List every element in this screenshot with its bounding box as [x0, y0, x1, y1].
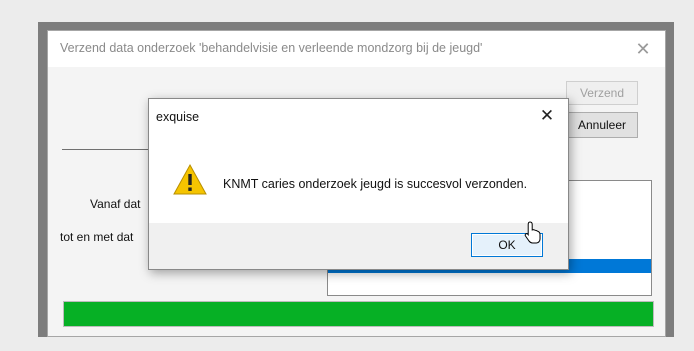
close-icon[interactable]: ✕: [631, 37, 655, 61]
close-icon[interactable]: ✕: [536, 105, 558, 127]
message-dialog: exquise ✕ KNMT caries onderzoek jeugd is…: [148, 98, 569, 270]
mouse-cursor-icon: [524, 221, 541, 244]
dialog-title: exquise: [156, 110, 200, 124]
send-data-titlebar: Verzend data onderzoek 'behandelvisie en…: [48, 31, 665, 67]
progress-bar: [63, 301, 654, 327]
to-date-label: tot en met dat: [60, 230, 134, 244]
verzend-button[interactable]: Verzend: [566, 81, 638, 105]
window-title: Verzend data onderzoek 'behandelvisie en…: [60, 41, 483, 55]
annuleer-button[interactable]: Annuleer: [566, 112, 638, 138]
from-date-label: Vanaf dat: [90, 197, 141, 211]
progress-fill: [64, 302, 653, 326]
dialog-message: KNMT caries onderzoek jeugd is succesvol…: [223, 177, 528, 191]
warning-icon: [173, 163, 207, 195]
dialog-button-bar: OK: [149, 223, 568, 269]
